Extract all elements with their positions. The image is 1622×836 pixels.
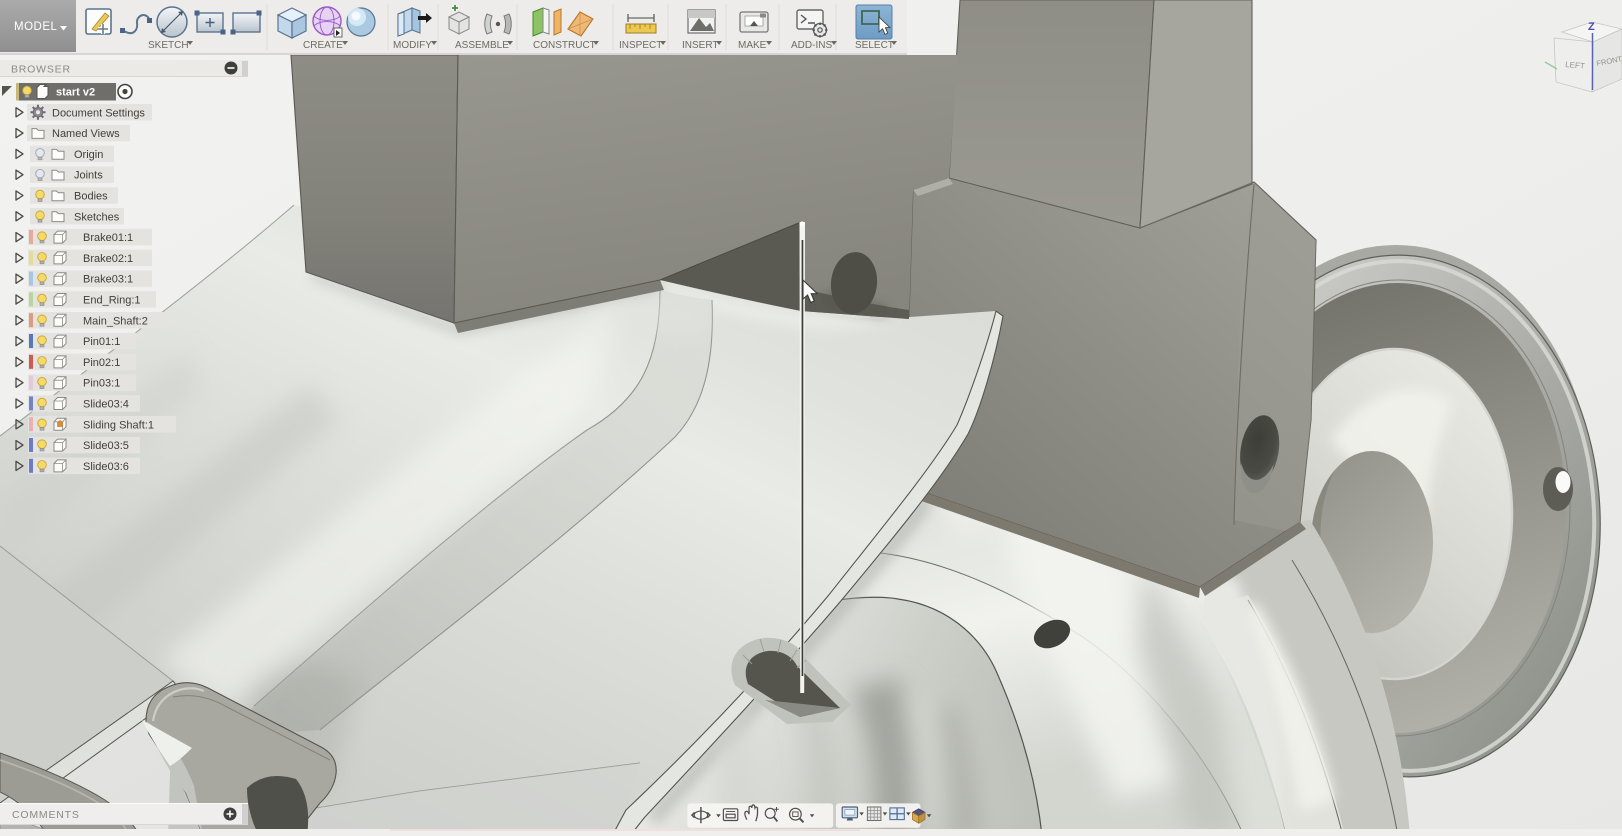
svg-text:Document Settings: Document Settings [52,107,145,119]
svg-text:Main_Shaft:2: Main_Shaft:2 [83,315,148,327]
svg-text:ADD-INS: ADD-INS [791,40,832,51]
svg-text:Slide03:6: Slide03:6 [83,461,129,473]
svg-text:MODIFY: MODIFY [393,40,432,51]
svg-text:CONSTRUCT: CONSTRUCT [533,40,596,51]
svg-text:End_Ring:1: End_Ring:1 [83,295,141,307]
svg-text:Brake01:1: Brake01:1 [83,232,133,244]
svg-text:Pin02:1: Pin02:1 [83,357,120,369]
svg-text:Sliding Shaft:1: Sliding Shaft:1 [83,419,154,431]
svg-text:INSERT: INSERT [682,40,719,51]
svg-text:MAKE: MAKE [738,40,767,51]
svg-text:Z: Z [1588,21,1595,33]
svg-text:BROWSER: BROWSER [11,64,71,76]
svg-text:MODEL: MODEL [14,21,58,33]
svg-text:SELECT: SELECT [855,40,894,51]
svg-text:CREATE: CREATE [303,40,343,51]
svg-text:ASSEMBLE: ASSEMBLE [455,40,509,51]
svg-text:Named Views: Named Views [52,128,120,140]
svg-text:COMMENTS: COMMENTS [12,809,80,821]
svg-text:LEFT: LEFT [1565,60,1585,71]
svg-text:Brake03:1: Brake03:1 [83,274,133,286]
svg-text:INSPECT: INSPECT [619,40,662,51]
svg-text:Pin03:1: Pin03:1 [83,378,120,390]
svg-text:Slide03:4: Slide03:4 [83,399,129,411]
svg-text:Origin: Origin [74,149,103,161]
svg-text:Pin01:1: Pin01:1 [83,336,120,348]
svg-text:Joints: Joints [74,170,103,182]
svg-text:start v2: start v2 [56,87,95,99]
svg-text:Bodies: Bodies [74,191,108,203]
svg-text:Brake02:1: Brake02:1 [83,253,133,265]
svg-text:Slide03:5: Slide03:5 [83,440,129,452]
svg-text:Sketches: Sketches [74,211,120,223]
svg-text:SKETCH: SKETCH [148,40,189,51]
